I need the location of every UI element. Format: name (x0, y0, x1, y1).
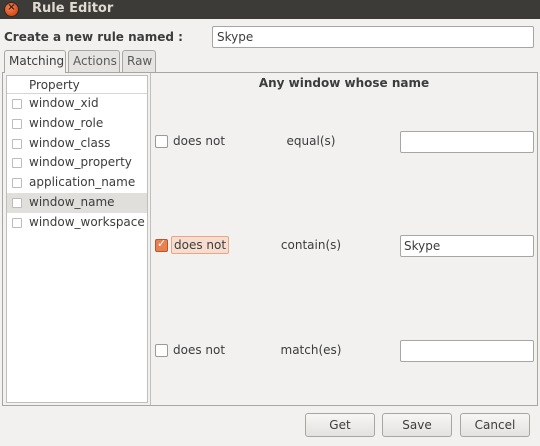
rules-area: Any window whose name does not equal(s) … (150, 73, 536, 405)
rule-name-input[interactable]: Skype (212, 26, 534, 48)
property-checkbox[interactable] (12, 118, 22, 129)
property-row-window-role[interactable]: window_role (7, 114, 147, 134)
close-icon: × (7, 2, 16, 13)
property-checkbox[interactable] (12, 217, 22, 228)
property-label: application_name (29, 175, 136, 190)
property-row-window-name[interactable]: window_name (7, 192, 147, 213)
property-label: window_xid (29, 96, 99, 110)
property-row-window-class[interactable]: window_class (7, 134, 147, 154)
rule-row-matches: does not match(es) (151, 340, 537, 362)
rule-name-label: Create a new rule named : (4, 30, 183, 44)
cancel-button[interactable]: Cancel (460, 413, 530, 437)
property-header-label: Property (29, 78, 80, 92)
property-checkbox[interactable] (12, 178, 22, 189)
save-button[interactable]: Save (382, 413, 452, 437)
property-row-window-workspace[interactable]: window_workspace (7, 213, 147, 233)
rule-row-contains: does not contain(s) Skype (151, 235, 537, 257)
operator-label: contain(s) (280, 238, 342, 252)
tab-matching[interactable]: Matching (4, 50, 66, 73)
property-row-window-property[interactable]: window_property (7, 153, 147, 173)
property-row-application-name[interactable]: application_name (7, 173, 147, 193)
property-row-window-xid[interactable]: window_xid (7, 94, 147, 114)
rules-header: Any window whose name (258, 76, 430, 90)
property-label: window_name (29, 194, 115, 209)
operator-label: equal(s) (286, 134, 336, 148)
property-list-header: Property (7, 76, 147, 94)
property-checkbox[interactable] (12, 138, 22, 149)
value-input[interactable]: Skype (400, 235, 534, 257)
negate-checkbox[interactable] (155, 135, 168, 148)
tab-raw[interactable]: Raw (122, 50, 156, 72)
negate-label[interactable]: does not (171, 343, 227, 357)
value-input[interactable] (400, 131, 534, 153)
operator-label: match(es) (280, 343, 342, 357)
get-button[interactable]: Get (305, 413, 375, 437)
negate-checkbox[interactable] (155, 344, 168, 357)
window-title: Rule Editor (32, 1, 114, 16)
property-label: window_property (29, 155, 132, 170)
negate-label[interactable]: does not (171, 236, 230, 254)
title-bar: × Rule Editor (0, 0, 540, 19)
value-input[interactable] (400, 340, 534, 362)
rule-row-equals: does not equal(s) (151, 131, 537, 153)
property-list: Property window_xid window_role window_c… (6, 75, 148, 403)
property-label: window_workspace (29, 214, 145, 229)
property-checkbox[interactable] (12, 197, 22, 208)
property-checkbox[interactable] (12, 158, 22, 169)
negate-label[interactable]: does not (171, 134, 227, 148)
property-label: window_class (29, 135, 111, 150)
matching-panel: Property window_xid window_role window_c… (2, 72, 538, 406)
tab-actions[interactable]: Actions (68, 50, 120, 72)
property-checkbox[interactable] (12, 99, 22, 109)
property-label: window_role (29, 115, 104, 130)
negate-checkbox[interactable] (155, 237, 168, 252)
close-button[interactable]: × (4, 2, 19, 17)
